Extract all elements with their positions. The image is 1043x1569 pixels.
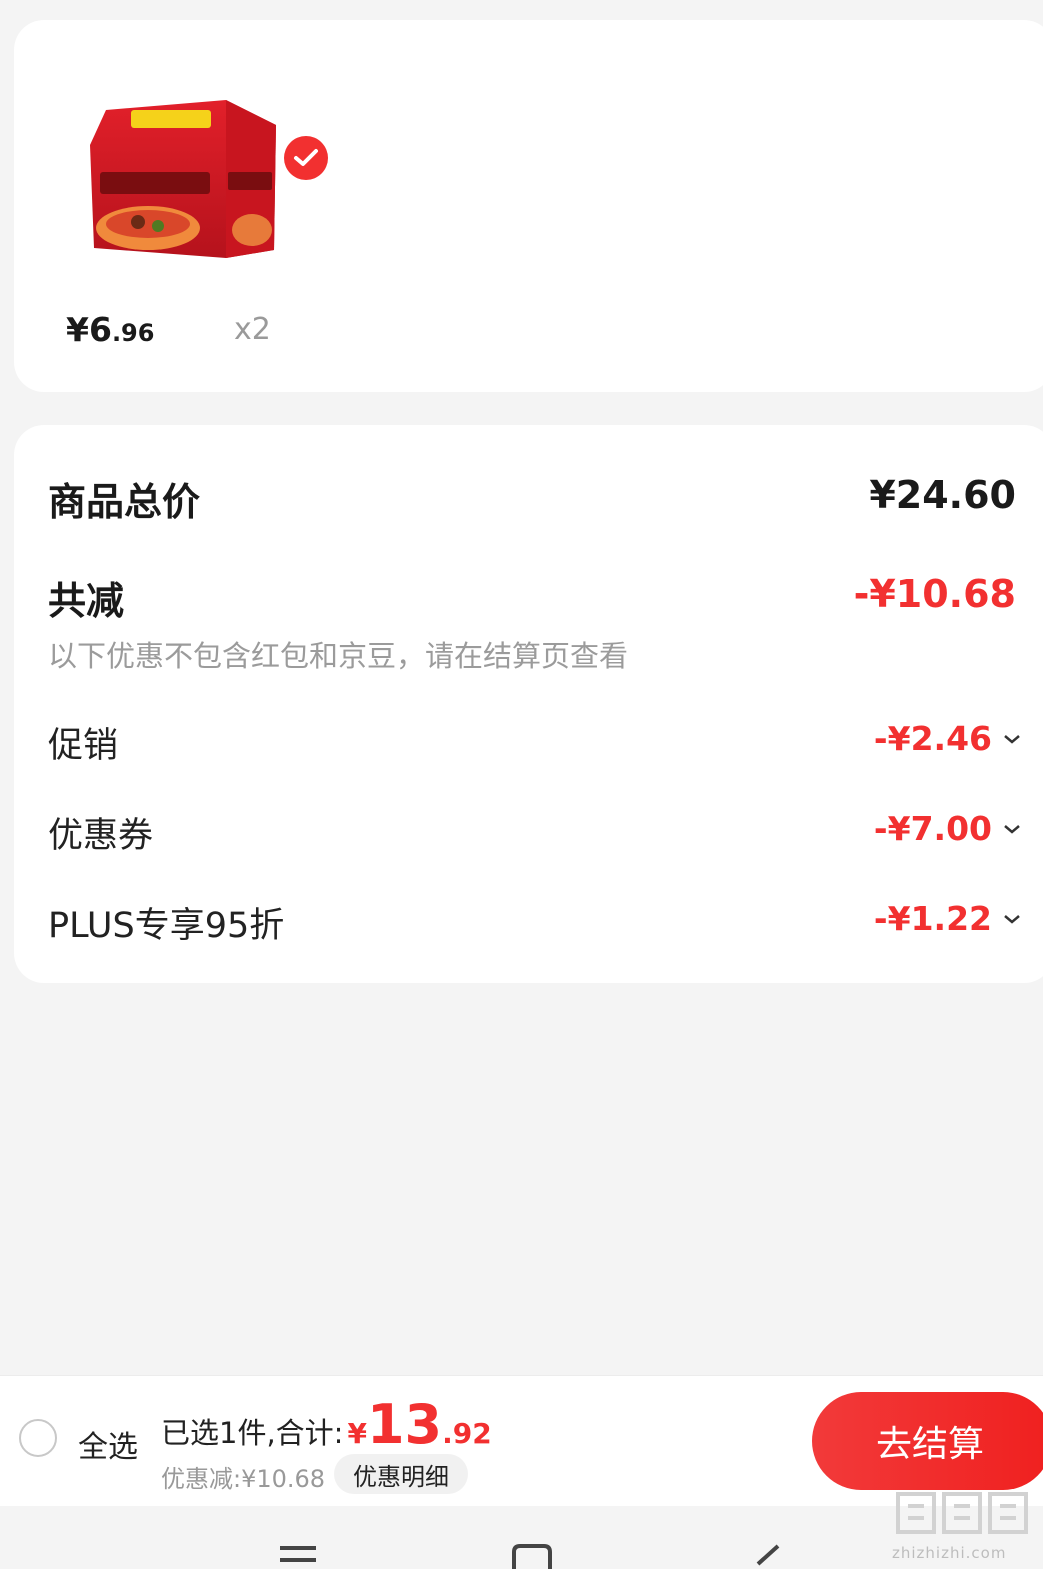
noodle-pack-icon	[90, 100, 276, 258]
system-nav-bar	[0, 1506, 1043, 1569]
discount-note: 以下优惠不包含红包和京豆，请在结算页查看	[48, 639, 629, 673]
selected-check-icon[interactable]	[284, 136, 328, 180]
reduction-value: -¥10.68	[853, 572, 1016, 616]
chevron-down-icon	[1004, 824, 1020, 834]
watermark: zhizhizhi.com	[892, 1488, 1032, 1562]
plus-discount-value: -¥1.22	[873, 899, 992, 938]
chevron-down-icon	[1004, 734, 1020, 744]
chevron-down-icon	[1004, 914, 1020, 924]
checkout-button[interactable]: 去结算	[812, 1392, 1043, 1490]
promotion-value: -¥2.46	[873, 719, 992, 758]
select-all-label[interactable]: 全选	[78, 1422, 138, 1466]
plus-discount-label: PLUS专享95折	[48, 906, 285, 946]
total-integer: 13	[366, 1393, 443, 1456]
total-currency: ¥	[347, 1417, 367, 1450]
watermark-logo-icon	[896, 1492, 1028, 1534]
product-quantity: x2	[234, 312, 271, 347]
price-cents: .96	[111, 319, 155, 347]
product-image[interactable]	[76, 80, 328, 280]
total-label: 已选1件,合计:	[161, 1416, 344, 1450]
coupon-label: 优惠券	[48, 816, 154, 856]
promotion-label: 促销	[48, 726, 119, 766]
total-decimal: .92	[442, 1417, 492, 1450]
reduction-label: 共减	[48, 579, 125, 623]
promotion-row[interactable]: -¥2.46	[874, 719, 1024, 758]
coupon-row[interactable]: -¥7.00	[874, 809, 1024, 848]
watermark-text: zhizhizhi.com	[892, 1544, 1007, 1562]
price-summary-card: 商品总价 ¥24.60 共减 -¥10.68 以下优惠不包含红包和京豆，请在结算…	[14, 425, 1043, 983]
plus-discount-row[interactable]: -¥1.22	[874, 899, 1024, 938]
discount-total: 优惠减:¥10.68	[161, 1465, 326, 1493]
total-price-label: 商品总价	[48, 480, 201, 524]
home-icon[interactable]	[510, 1544, 554, 1569]
product-card: ¥6.96 x2	[14, 20, 1043, 392]
checkout-bar: 全选 已选1件,合计: ¥ 13 .92 优惠减:¥10.68 优惠明细 去结算	[0, 1375, 1043, 1506]
select-all-radio[interactable]	[19, 1419, 57, 1457]
discount-detail-button[interactable]: 优惠明细	[334, 1454, 468, 1494]
back-icon[interactable]	[752, 1544, 782, 1569]
selected-total: 已选1件,合计: ¥ 13 .92	[161, 1393, 492, 1456]
price-main: ¥6	[66, 310, 112, 349]
product-price: ¥6.96	[66, 310, 154, 349]
total-price-value: ¥24.60	[869, 473, 1016, 517]
coupon-value: -¥7.00	[873, 809, 992, 848]
menu-icon[interactable]	[278, 1544, 318, 1569]
